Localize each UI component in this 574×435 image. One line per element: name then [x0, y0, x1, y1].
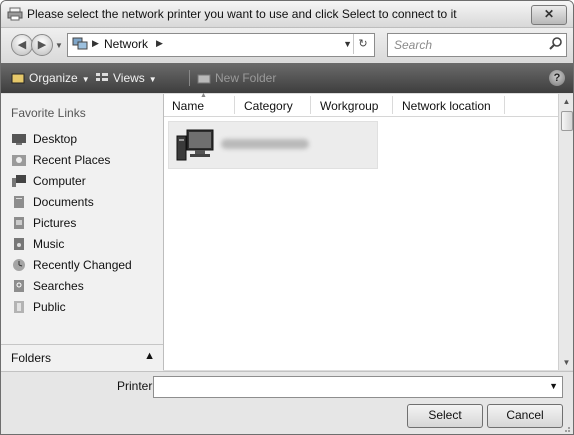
printer-icon [7, 7, 23, 21]
sidebar-item-label: Recent Places [33, 153, 111, 167]
sidebar-item-label: Documents [33, 195, 94, 209]
vertical-scrollbar[interactable]: ▲ ▼ [558, 94, 573, 370]
sidebar-item-label: Pictures [33, 216, 77, 230]
navigation-pane: Favorite Links Desktop Recent Places Com… [1, 94, 164, 371]
forward-button[interactable]: ▶ [31, 34, 53, 56]
column-header-network-location[interactable]: Network location [402, 99, 491, 113]
obscured-item-name [221, 139, 309, 149]
close-button[interactable]: ✕ [531, 5, 567, 25]
resize-grip-icon[interactable] [561, 423, 571, 433]
chevron-down-icon[interactable]: ▼ [549, 381, 558, 391]
column-header-category[interactable]: Category [244, 99, 293, 113]
organize-label: Organize [29, 71, 78, 85]
folders-toggle[interactable]: Folders ▲ [1, 344, 163, 371]
column-header-row: ▲ Name Category Workgroup Network locati… [164, 92, 558, 117]
sort-indicator-icon: ▲ [200, 92, 207, 99]
address-dropdown-icon[interactable]: ▼ [343, 39, 352, 49]
organize-icon [11, 73, 25, 84]
sidebar-item-label: Music [33, 237, 65, 251]
scroll-down-icon[interactable]: ▼ [559, 355, 573, 370]
address-bar-area: ◀ ▶ ▼ ▶ Network ▶ ▼ ↻ Search [1, 28, 573, 62]
computer-icon [12, 175, 26, 187]
refresh-icon[interactable]: ↻ [353, 34, 372, 54]
select-button[interactable]: Select [407, 404, 483, 428]
dialog-footer: Printer ▼ Select Cancel [1, 371, 573, 434]
cancel-button[interactable]: Cancel [487, 404, 563, 428]
command-toolbar: Organize ▼ Views ▼ New Folder ? [1, 63, 573, 93]
folders-label: Folders [11, 351, 52, 365]
views-label: Views [113, 71, 145, 85]
pictures-icon [14, 217, 24, 229]
scrollbar-thumb[interactable] [561, 111, 573, 131]
breadcrumb-separator-icon[interactable]: ▶ [156, 38, 163, 49]
column-divider[interactable] [310, 96, 311, 114]
back-button[interactable]: ◀ [11, 34, 33, 56]
toolbar-separator [189, 70, 190, 86]
recently-changed-icon [13, 259, 25, 271]
favorite-links-heading: Favorite Links [11, 106, 86, 120]
breadcrumb-network[interactable]: Network [104, 37, 148, 51]
address-bar[interactable]: ▶ Network ▶ ▼ ↻ [67, 33, 375, 57]
column-divider[interactable] [504, 96, 505, 114]
scroll-up-icon[interactable]: ▲ [559, 94, 573, 109]
file-list[interactable]: ▲ Name Category Workgroup Network locati… [164, 92, 558, 370]
sidebar-item-label: Desktop [33, 132, 78, 146]
sidebar-item-label: Computer [33, 174, 86, 188]
title-bar: Please select the network printer you wa… [1, 1, 573, 28]
views-menu[interactable]: Views ▼ [95, 71, 157, 85]
sidebar-item-label: Searches [33, 279, 84, 293]
organize-menu[interactable]: Organize ▼ [11, 71, 90, 85]
window-title: Please select the network printer you wa… [27, 7, 457, 21]
column-header-workgroup[interactable]: Workgroup [320, 99, 378, 113]
column-divider[interactable] [392, 96, 393, 114]
public-icon [14, 301, 24, 313]
search-box[interactable]: Search [387, 33, 567, 57]
new-folder-label: New Folder [215, 71, 277, 85]
sidebar-item-label: Recently Changed [33, 258, 132, 272]
searches-icon [14, 280, 24, 292]
list-item[interactable] [168, 121, 378, 169]
views-icon [96, 73, 108, 81]
printer-select-dialog: Please select the network printer you wa… [0, 0, 574, 435]
sidebar-item-label: Public [33, 300, 66, 314]
recent-places-icon [12, 155, 26, 166]
recent-pages-dropdown[interactable]: ▼ [55, 41, 63, 50]
column-header-name[interactable]: Name [172, 99, 204, 113]
new-folder-button[interactable]: New Folder [197, 71, 276, 85]
network-computer-icon [176, 129, 214, 161]
desktop-icon [12, 134, 26, 145]
network-icon [72, 37, 88, 50]
chevron-up-icon[interactable]: ▲ [144, 350, 155, 362]
column-divider[interactable] [234, 96, 235, 114]
help-icon[interactable]: ? [549, 70, 565, 86]
breadcrumb-separator-icon[interactable]: ▶ [92, 38, 99, 49]
new-folder-icon [197, 74, 211, 84]
search-icon[interactable] [548, 36, 564, 52]
printer-label: Printer [117, 379, 153, 393]
search-input[interactable]: Search [394, 38, 432, 52]
printer-combobox[interactable]: ▼ [153, 376, 563, 398]
music-icon [14, 238, 24, 250]
documents-icon [14, 196, 24, 208]
